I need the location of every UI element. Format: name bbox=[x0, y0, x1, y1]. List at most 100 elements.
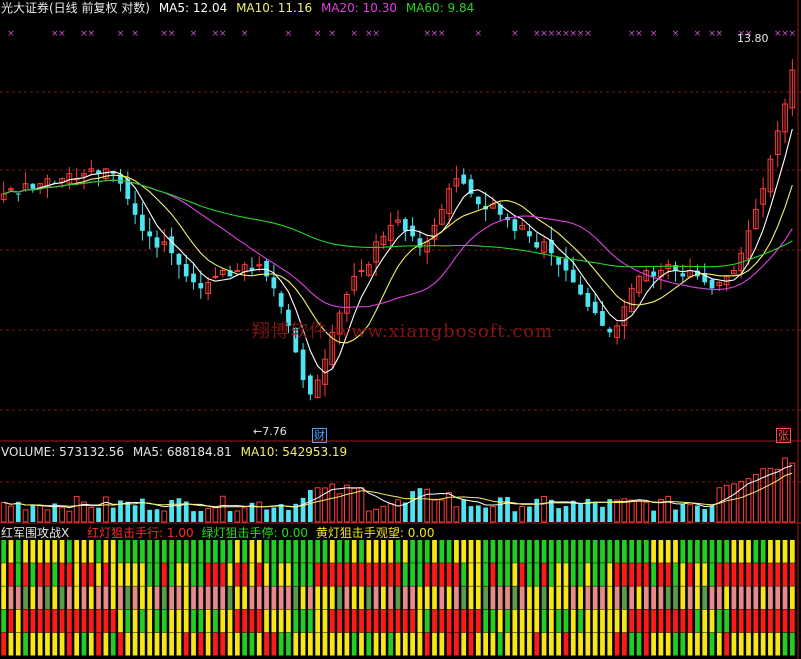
indicator-cell bbox=[67, 586, 72, 610]
indicator-cell bbox=[753, 632, 759, 656]
indicator-cell bbox=[519, 632, 525, 656]
volume-bar-up bbox=[453, 506, 460, 523]
volume-bar-up bbox=[336, 493, 343, 523]
indicator-cell bbox=[527, 632, 532, 656]
volume-bar-up bbox=[219, 495, 226, 523]
indicator-cell bbox=[724, 609, 729, 633]
watermark: 翔博软件 www.xiangbosoft.com bbox=[252, 321, 554, 342]
indicator-cell bbox=[8, 586, 14, 610]
indicator-cell bbox=[636, 586, 642, 610]
indicator-cell bbox=[373, 609, 379, 633]
finance-badge[interactable]: 财 bbox=[312, 428, 327, 443]
indicator-cell bbox=[395, 609, 401, 633]
indicator-cell bbox=[147, 632, 153, 656]
candle-down bbox=[30, 183, 36, 189]
volume-bar-down bbox=[176, 498, 182, 522]
indicator-cell bbox=[585, 563, 591, 586]
indicator-cell bbox=[665, 540, 671, 563]
indicator-cell bbox=[118, 609, 123, 633]
indicator-cell bbox=[775, 632, 781, 656]
indicator-cell bbox=[169, 540, 174, 563]
indicator-cell bbox=[359, 586, 364, 610]
indicator-cell bbox=[600, 540, 605, 563]
indicator-cell bbox=[716, 632, 722, 656]
indicator-cell bbox=[249, 563, 255, 586]
indicator-cell bbox=[278, 632, 284, 656]
indicator-cell bbox=[607, 586, 613, 610]
indicator-cell bbox=[23, 632, 28, 656]
volume-bar-down bbox=[461, 499, 467, 522]
indicator-cell bbox=[622, 609, 627, 633]
indicator-cell bbox=[446, 632, 452, 656]
volume-bar-up bbox=[365, 510, 372, 523]
indicator-cell bbox=[665, 563, 671, 586]
volume-bar-up bbox=[344, 484, 350, 523]
indicator-cell bbox=[724, 563, 729, 586]
indicator-cell bbox=[242, 540, 248, 563]
indicator-cell bbox=[147, 540, 153, 563]
indicator-cell bbox=[74, 563, 80, 586]
indicator-cell bbox=[366, 632, 372, 656]
indicator-cell bbox=[446, 586, 452, 610]
indicator-cell bbox=[519, 540, 525, 563]
indicator-cell bbox=[607, 609, 613, 633]
indicator-cell bbox=[475, 540, 481, 563]
indicator-cell bbox=[636, 563, 642, 586]
volume-bar-down bbox=[271, 507, 277, 522]
indicator-cell bbox=[702, 609, 708, 633]
volume-bar-up bbox=[789, 462, 796, 523]
indicator-cell bbox=[651, 586, 656, 610]
indicator-cell bbox=[738, 540, 744, 563]
indicator-cell bbox=[687, 563, 693, 586]
indicator-cell bbox=[402, 609, 408, 633]
indicator-cell bbox=[673, 632, 678, 656]
indicator-cell bbox=[15, 563, 21, 586]
indicator-cell bbox=[636, 609, 642, 633]
indicator-cell bbox=[417, 609, 423, 633]
indicator-cell bbox=[665, 632, 671, 656]
volume-bar-up bbox=[431, 498, 438, 523]
indicator-cell bbox=[673, 586, 678, 610]
indicator-cell bbox=[344, 609, 350, 633]
indicator-cell bbox=[548, 632, 554, 656]
indicator-cell bbox=[417, 563, 423, 586]
volume-bar-down bbox=[534, 498, 540, 522]
indicator-cell bbox=[556, 609, 562, 633]
indicator-cell bbox=[614, 632, 620, 656]
volume-bar-down bbox=[483, 507, 489, 522]
indicator-cell bbox=[702, 540, 708, 563]
indicator-cell bbox=[264, 586, 269, 610]
indicator-cell bbox=[337, 632, 342, 656]
indicator-cell bbox=[15, 632, 21, 656]
volume-bar-down bbox=[475, 505, 481, 522]
candle-down bbox=[410, 225, 415, 237]
indicator-cell bbox=[505, 540, 510, 563]
indicator-cell bbox=[176, 632, 182, 656]
indicator-cell bbox=[322, 609, 328, 633]
indicator-cell bbox=[132, 586, 138, 610]
limit-up-badge[interactable]: 张 bbox=[776, 428, 791, 443]
indicator-cell bbox=[614, 609, 620, 633]
indicator-cell bbox=[636, 632, 642, 656]
indicator-cell bbox=[293, 609, 299, 633]
indicator-cell bbox=[118, 563, 123, 586]
indicator-cell bbox=[234, 632, 240, 656]
indicator-cell bbox=[475, 563, 481, 586]
indicator-cell bbox=[88, 632, 94, 656]
indicator-cell bbox=[74, 586, 80, 610]
volume-bar-up bbox=[73, 496, 80, 523]
indicator-cell bbox=[344, 540, 350, 563]
indicator-cell bbox=[8, 563, 14, 586]
indicator-cell bbox=[191, 632, 196, 656]
indicator-cell bbox=[622, 563, 627, 586]
indicator-cell bbox=[475, 609, 481, 633]
indicator-cell bbox=[183, 632, 189, 656]
indicator-cell bbox=[519, 586, 525, 610]
indicator-cell bbox=[110, 632, 116, 656]
volume-bar-up bbox=[22, 509, 29, 523]
indicator-cell bbox=[534, 563, 540, 586]
indicator-cell bbox=[322, 586, 328, 610]
indicator-cell bbox=[264, 540, 269, 563]
candle-up bbox=[358, 270, 365, 273]
indicator-cell bbox=[541, 563, 547, 586]
